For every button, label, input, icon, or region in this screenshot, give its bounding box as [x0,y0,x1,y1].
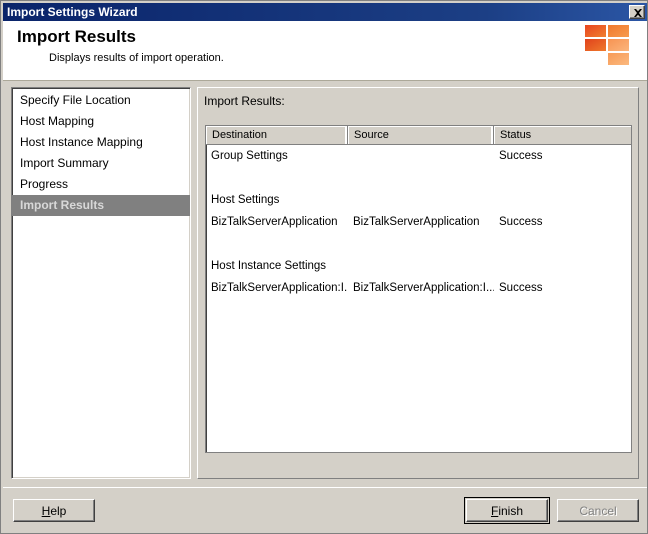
table-row[interactable]: Host Settings [206,189,631,211]
table-row[interactable]: BizTalkServerApplication:I... BizTalkSer… [206,277,631,299]
import-results-label: Import Results: [204,94,285,108]
sidebar-item-label: Import Results [20,198,105,212]
cell-destination: Host Settings [211,194,280,206]
sidebar-item-label: Specify File Location [20,93,131,107]
import-results-panel: Import Results: Destination Source Statu… [197,87,639,479]
sidebar-item-label: Host Mapping [20,114,95,128]
finish-button-default-frame: Finish [464,497,550,524]
column-header-status[interactable]: Status [494,126,631,144]
cell-destination: BizTalkServerApplication [211,216,338,228]
close-button[interactable] [629,5,645,19]
finish-button-label: Finish [491,504,523,518]
table-body: Group Settings Success Host Settings Biz… [206,145,631,299]
import-results-table[interactable]: Destination Source Status Group Settings… [205,125,632,453]
wizard-footer: Help Finish Cancel [3,487,647,531]
sidebar-item-label: Host Instance Mapping [20,135,143,149]
window-title: Import Settings Wizard [7,5,138,19]
table-row[interactable]: Host Instance Settings [206,255,631,277]
cell-destination: BizTalkServerApplication:I... [211,282,348,294]
table-row[interactable]: Group Settings Success [206,145,631,167]
import-settings-wizard-window: Import Settings Wizard Import Results Di… [0,0,648,534]
table-row[interactable] [206,167,631,189]
wizard-body: Specify File Location Host Mapping Host … [3,82,647,486]
cancel-button-label: Cancel [579,503,617,518]
titlebar-buttons [629,5,647,19]
sidebar-item-specify-file-location[interactable]: Specify File Location [12,90,190,111]
cell-source: BizTalkServerApplication:I... [353,282,494,294]
table-header-row: Destination Source Status [206,126,631,145]
help-button[interactable]: Help [13,499,95,522]
sidebar-item-host-mapping[interactable]: Host Mapping [12,111,190,132]
table-row[interactable]: BizTalkServerApplication BizTalkServerAp… [206,211,631,233]
biztalk-logo [585,25,633,67]
sidebar-item-import-results[interactable]: Import Results [12,195,190,216]
column-header-source[interactable]: Source [348,126,494,144]
finish-button[interactable]: Finish [466,499,548,522]
column-header-destination[interactable]: Destination [206,126,348,144]
help-rest: elp [50,503,67,518]
page-subtitle: Displays results of import operation. [49,52,224,64]
cell-destination: Host Instance Settings [211,260,327,272]
cell-status: Success [499,216,543,228]
cell-status: Success [499,282,543,294]
wizard-steps-list[interactable]: Specify File Location Host Mapping Host … [11,87,191,479]
wizard-header: Import Results Displays results of impor… [3,21,647,81]
sidebar-item-host-instance-mapping[interactable]: Host Instance Mapping [12,132,190,153]
finish-rest: inish [498,503,524,518]
sidebar-item-label: Progress [20,177,69,191]
sidebar-item-label: Import Summary [20,156,109,170]
sidebar-item-progress[interactable]: Progress [12,174,190,195]
cell-source: BizTalkServerApplication [353,216,480,228]
sidebar-item-import-summary[interactable]: Import Summary [12,153,190,174]
cell-destination: Group Settings [211,150,288,162]
cell-status: Success [499,150,543,162]
help-button-label: Help [42,504,67,518]
titlebar[interactable]: Import Settings Wizard [3,3,647,21]
table-row[interactable] [206,233,631,255]
cancel-button: Cancel [557,499,639,522]
page-title: Import Results [17,27,137,46]
